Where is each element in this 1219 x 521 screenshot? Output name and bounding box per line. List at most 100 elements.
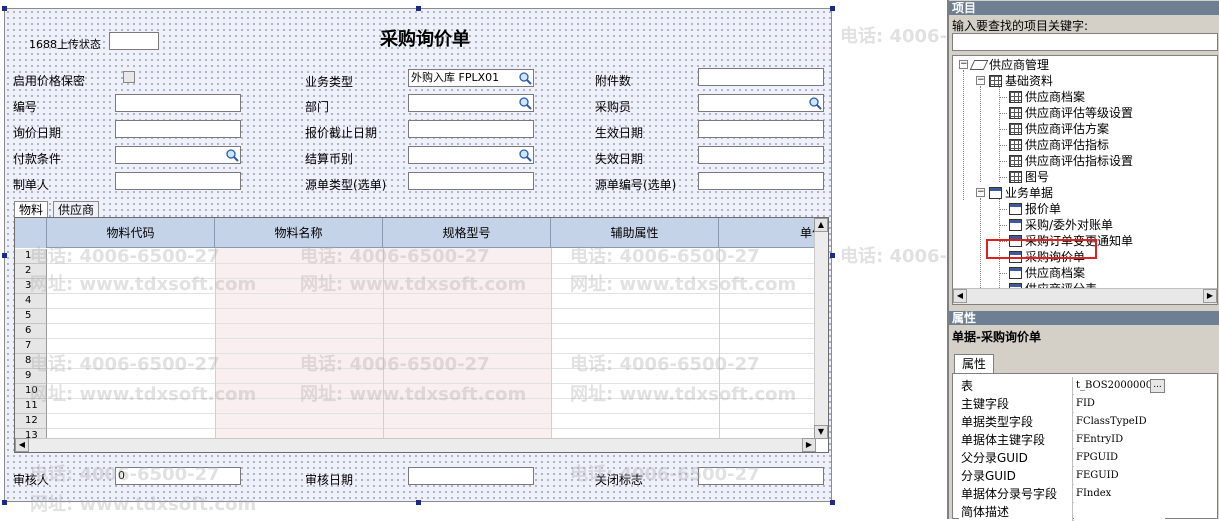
scroll-left-icon[interactable]: ◀ — [953, 289, 967, 303]
property-row[interactable]: 单据类型字段 FClassTypeID — [959, 413, 1165, 431]
tree-leaf[interactable]: 供应商档案 — [1009, 265, 1085, 281]
tree-node-business[interactable]: 业务单据 — [989, 185, 1053, 201]
property-value[interactable]: FID — [1074, 395, 1165, 413]
selection-handle[interactable] — [2, 253, 7, 258]
lookup-icon[interactable] — [518, 96, 532, 110]
tree-line — [999, 145, 1007, 146]
project-search-input[interactable] — [952, 33, 1218, 51]
tree-collapse-icon[interactable]: − — [976, 188, 985, 197]
row-number[interactable]: 10 — [15, 384, 47, 399]
tree-horizontal-scrollbar[interactable]: ◀ ▶ — [953, 288, 1217, 304]
ellipsis-button[interactable]: ... — [1150, 379, 1165, 393]
selection-handle[interactable] — [2, 500, 7, 505]
tree-node-basic[interactable]: 基础资料 — [989, 73, 1053, 89]
dept-label: 部门 — [305, 100, 330, 114]
inquiry-date-field[interactable] — [115, 120, 241, 138]
row-number[interactable]: 5 — [15, 309, 47, 324]
row-number[interactable]: 9 — [15, 369, 47, 384]
row-number[interactable]: 6 — [15, 324, 47, 339]
tree-node-label: 供应商管理 — [989, 58, 1050, 72]
row-number[interactable]: 11 — [15, 399, 47, 414]
row-number[interactable]: 8 — [15, 354, 47, 369]
tree-leaf[interactable]: 供应商评估指标 — [1009, 137, 1109, 153]
price-lock-checkbox[interactable] — [123, 71, 135, 83]
selection-handle[interactable] — [830, 253, 835, 258]
row-number[interactable]: 3 — [15, 279, 47, 294]
lookup-icon[interactable] — [518, 148, 532, 162]
column-header[interactable]: 辅助属性 — [551, 218, 719, 248]
scroll-down-icon[interactable]: ▼ — [814, 425, 828, 439]
property-row[interactable]: 简体描述 — [959, 503, 1165, 521]
creator-field[interactable] — [115, 172, 241, 190]
project-tree[interactable]: − 供应商管理 − 基础资料 供应商档案 供应商评估等级设置 供应商评估方案 供应商评… — [952, 55, 1218, 305]
property-row[interactable]: 单据体分录号字段 FIndex — [959, 485, 1165, 503]
tree-leaf[interactable]: 供应商评估等级设置 — [1009, 105, 1133, 121]
attachments-field[interactable] — [698, 68, 824, 86]
audit-date-field[interactable] — [408, 467, 534, 485]
tree-collapse-icon[interactable]: − — [976, 76, 985, 85]
row-number[interactable]: 4 — [15, 294, 47, 309]
row-number[interactable]: 7 — [15, 339, 47, 354]
payment-terms-field[interactable] — [115, 146, 241, 164]
property-value[interactable]: FClassTypeID — [1074, 413, 1165, 431]
form-title: 采购询价单 — [380, 29, 470, 50]
selection-handle[interactable] — [416, 6, 421, 11]
tree-leaf[interactable]: 报价单 — [1009, 201, 1061, 217]
buyer-field[interactable] — [698, 94, 824, 112]
auditor-field[interactable]: 0 — [115, 467, 241, 485]
lookup-icon[interactable] — [808, 96, 822, 110]
property-row[interactable]: 表 t_BOS200000000 — [959, 377, 1165, 395]
document-icon — [989, 187, 1002, 199]
source-no-field[interactable] — [698, 172, 824, 190]
row-number[interactable]: 1 — [15, 249, 47, 264]
tree-leaf[interactable]: 采购/委外对账单 — [1009, 217, 1113, 233]
tree-leaf-label: 供应商评估等级设置 — [1025, 106, 1134, 120]
close-flag-field[interactable] — [698, 467, 824, 485]
scroll-right-icon[interactable]: ▶ — [802, 438, 816, 452]
lookup-icon[interactable] — [518, 71, 532, 85]
tree-leaf[interactable]: 图号 — [1009, 169, 1049, 185]
column-header[interactable]: 物料名称 — [215, 218, 383, 248]
selection-handle[interactable] — [2, 6, 7, 11]
upload-status-field[interactable] — [109, 32, 159, 50]
dept-field[interactable] — [408, 94, 534, 112]
row-number[interactable]: 12 — [15, 414, 47, 429]
lookup-icon[interactable] — [225, 148, 239, 162]
scroll-right-icon[interactable]: ▶ — [1203, 289, 1217, 303]
property-value[interactable]: FEntryID — [1074, 431, 1165, 449]
property-value[interactable]: FIndex — [1074, 485, 1165, 503]
tree-node-root[interactable]: 供应商管理 — [969, 57, 1050, 73]
property-row[interactable]: 单据体主键字段 FEntryID — [959, 431, 1165, 449]
property-row[interactable]: 分录GUID FEGUID — [959, 467, 1165, 485]
entry-grid[interactable]: 物料代码 物料名称 规格型号 辅助属性 单位 1 2 3 4 5 6 7 8 9 10 11 12 13… — [14, 217, 829, 453]
property-row[interactable]: 父分录GUID FPGUID — [959, 449, 1165, 467]
selection-handle[interactable] — [416, 500, 421, 505]
property-value[interactable] — [1074, 503, 1165, 521]
currency-field[interactable] — [408, 146, 534, 164]
column-header[interactable]: 物料代码 — [47, 218, 215, 248]
tab-properties[interactable]: 属性 — [954, 354, 994, 373]
tree-leaf[interactable]: 供应商评估方案 — [1009, 121, 1109, 137]
column-header[interactable]: 规格型号 — [383, 218, 551, 248]
scroll-left-icon[interactable]: ◀ — [15, 438, 29, 452]
selection-handle[interactable] — [830, 6, 835, 11]
quote-deadline-field[interactable] — [408, 120, 534, 138]
biz-type-field[interactable]: 外购入库 FPLX01 — [408, 69, 534, 87]
selection-handle[interactable] — [830, 500, 835, 505]
property-value[interactable]: FPGUID — [1074, 449, 1165, 467]
tree-leaf[interactable]: 供应商评估指标设置 — [1009, 153, 1133, 169]
expiry-date-field[interactable] — [698, 146, 824, 164]
tree-collapse-icon[interactable]: − — [959, 60, 968, 69]
column-header[interactable]: 单位 — [719, 218, 828, 248]
property-value[interactable]: FEGUID — [1074, 467, 1165, 485]
effective-date-field[interactable] — [698, 120, 824, 138]
number-field[interactable] — [115, 94, 241, 112]
grid-horizontal-scrollbar[interactable]: ◀ ▶ — [15, 438, 816, 452]
grid-vertical-scrollbar[interactable]: ▲ ▼ — [814, 218, 828, 439]
source-type-field[interactable] — [408, 172, 534, 190]
property-row[interactable]: 主键字段 FID — [959, 395, 1165, 413]
tree-leaf[interactable]: 供应商档案 — [1009, 89, 1085, 105]
form-canvas[interactable]: 1688上传状态 采购询价单 启用价格保密 业务类型 外购入库 FPLX01 附… — [4, 8, 832, 502]
scroll-up-icon[interactable]: ▲ — [814, 218, 828, 232]
row-number[interactable]: 2 — [15, 264, 47, 279]
